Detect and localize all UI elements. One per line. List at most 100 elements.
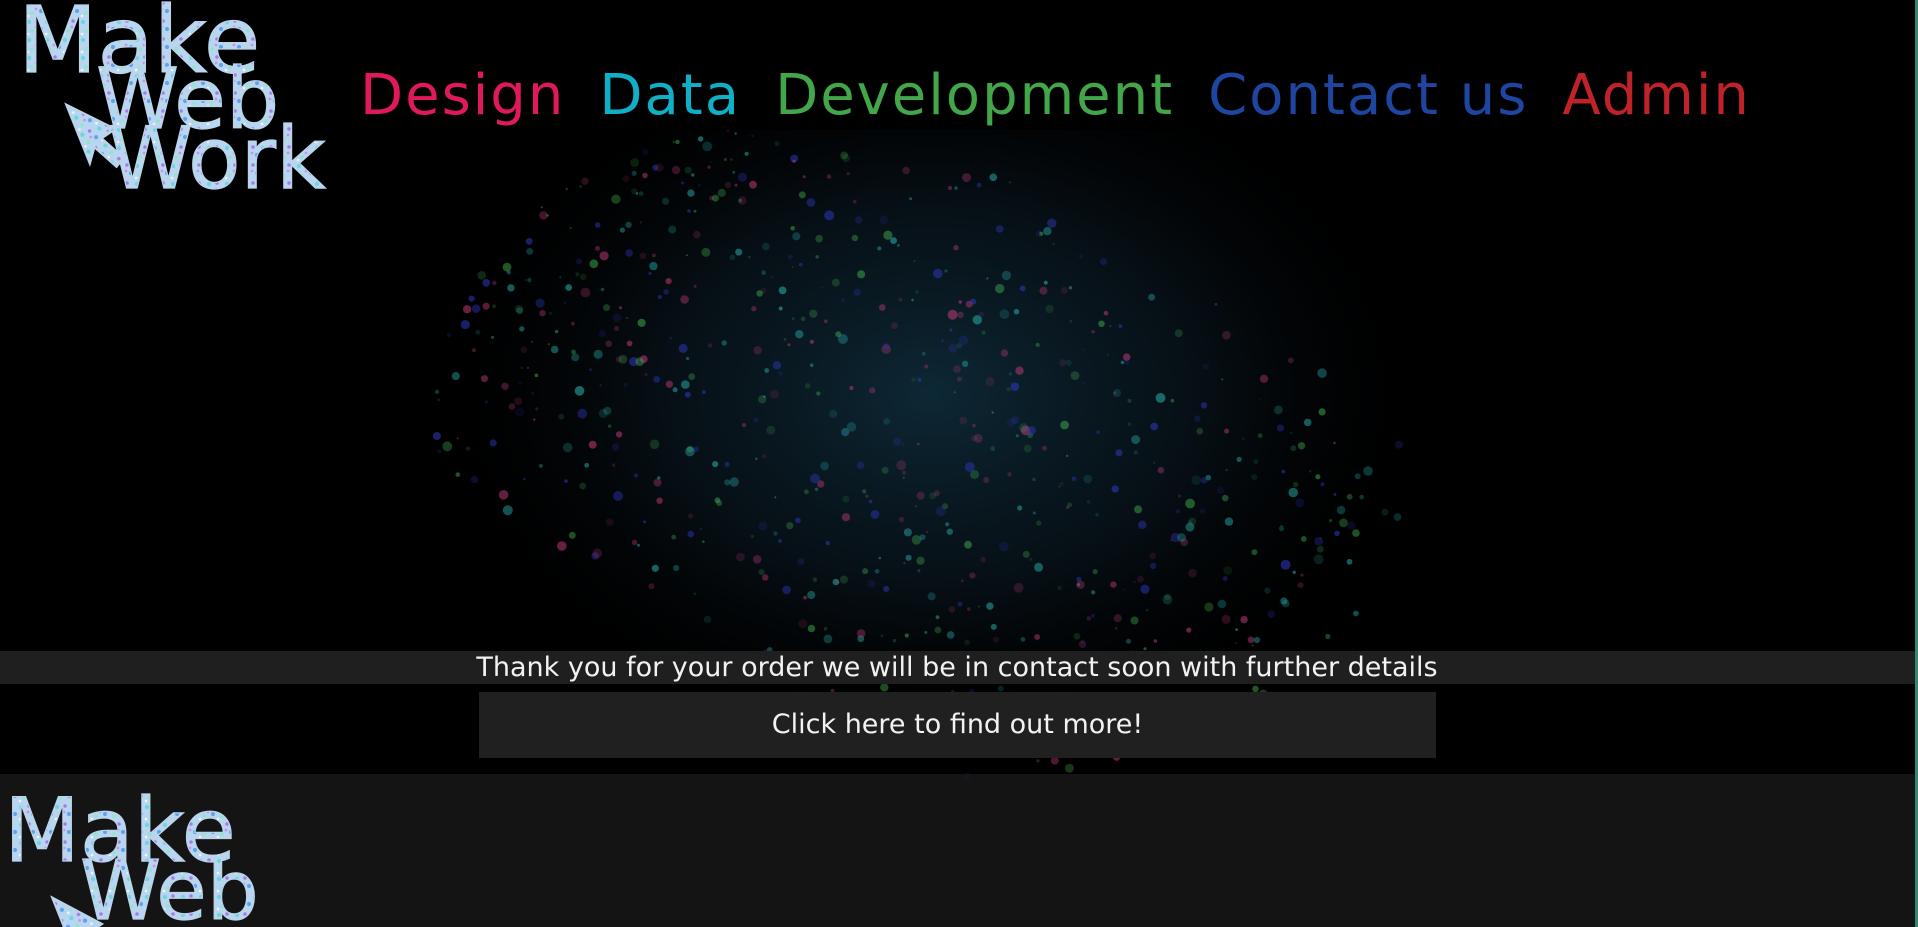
particle-dot [1329, 519, 1333, 523]
particle-dot [756, 290, 763, 297]
particle-dot [630, 158, 640, 167]
particle-dot [1133, 580, 1136, 583]
particle-dot [657, 294, 662, 300]
particle-dot [880, 634, 884, 638]
particle-dot [1251, 549, 1258, 556]
site-logo[interactable]: Make Web Work [8, 0, 343, 195]
particle-dot [531, 340, 534, 343]
particle-dot [1032, 511, 1036, 515]
particle-dot [778, 286, 787, 295]
particle-dot [565, 187, 568, 191]
particle-dot [1196, 428, 1203, 435]
particle-dot [840, 151, 848, 160]
particle-dot [684, 391, 691, 398]
nav-link-admin[interactable]: Admin [1562, 68, 1750, 124]
particle-dot [712, 461, 719, 468]
particle-dot [594, 222, 601, 228]
particle-dot [1019, 285, 1026, 292]
particle-dot [1113, 614, 1122, 623]
particle-dot [1347, 521, 1356, 530]
particle-dot [687, 189, 695, 197]
particle-dot [1290, 445, 1297, 452]
particle-dot [1202, 363, 1209, 370]
particle-dot [655, 163, 664, 172]
particle-dot [896, 243, 900, 247]
particle-dot [673, 564, 680, 572]
particle-dot [953, 245, 959, 251]
particle-dot [874, 568, 880, 574]
particle-dot [856, 629, 866, 638]
particle-dot [1346, 493, 1353, 500]
particle-dot [839, 575, 848, 584]
particle-dot [475, 329, 481, 335]
particle-dot [1115, 449, 1123, 457]
particle-dot [554, 329, 559, 334]
particle-dot [702, 540, 705, 543]
particle-dot [890, 237, 897, 244]
particle-dot [580, 273, 587, 281]
particle-dot [1000, 349, 1009, 357]
particle-dot [625, 316, 629, 320]
particle-dot [778, 371, 783, 376]
particle-dot [823, 627, 828, 631]
particle-dot [758, 569, 765, 576]
particle-dot [1240, 615, 1248, 624]
particle-dot [1234, 641, 1237, 645]
particle-dot [1086, 616, 1091, 621]
particle-dot [685, 446, 695, 457]
particle-dot [891, 322, 898, 330]
particle-dot [599, 383, 602, 387]
find-out-more-button[interactable]: Click here to find out more! [479, 692, 1436, 758]
particle-dot [634, 473, 638, 478]
particle-dot [489, 439, 497, 447]
particle-dot [1076, 580, 1085, 589]
footer-logo[interactable]: Make Web [0, 785, 300, 927]
particle-dot [639, 221, 642, 224]
particle-dot [1300, 536, 1307, 542]
particle-dot [990, 623, 997, 630]
particle-dot [792, 232, 801, 241]
particle-dot [693, 230, 701, 239]
make-web-work-logo-footer: Make Web [3, 785, 259, 927]
particle-dot [986, 602, 994, 610]
particle-dot [491, 335, 495, 339]
particle-dot [1043, 227, 1052, 236]
particle-dot [657, 476, 661, 480]
nav-link-design[interactable]: Design [360, 68, 565, 124]
particle-dot [502, 262, 512, 272]
particle-dot [520, 366, 524, 370]
particle-dot [1007, 472, 1012, 477]
particle-dot [1247, 636, 1255, 644]
particle-dot [924, 364, 929, 369]
particle-dot [967, 607, 971, 611]
particle-dot [1333, 493, 1337, 496]
particle-dot [466, 446, 471, 451]
particle-dot [1334, 530, 1340, 537]
footer-logo-text-web: Web [80, 844, 259, 927]
particle-dot [978, 311, 985, 318]
particle-dot [883, 418, 890, 425]
particle-dot [721, 340, 727, 346]
particle-dot [948, 343, 958, 353]
particle-dot [1381, 508, 1389, 516]
particle-dot [1174, 329, 1183, 338]
particle-dot [853, 288, 861, 296]
particle-dot [1216, 486, 1225, 495]
particle-dot [954, 186, 958, 190]
particle-dot [1276, 424, 1285, 432]
particle-dot [432, 432, 441, 440]
nav-link-contact-us[interactable]: Contact us [1208, 68, 1528, 124]
particle-dot [919, 534, 926, 541]
particle-dot [492, 280, 497, 286]
particle-dot [1060, 420, 1069, 430]
nav-link-data[interactable]: Data [599, 68, 741, 124]
particle-dot [741, 423, 747, 428]
particle-dot [581, 177, 589, 185]
particle-dot [1253, 459, 1259, 465]
particle-dot [524, 279, 527, 282]
particle-dot [798, 191, 806, 199]
particle-dot [1114, 626, 1118, 630]
particle-dot [791, 266, 794, 269]
particle-dot [549, 311, 552, 315]
nav-link-development[interactable]: Development [775, 68, 1174, 124]
